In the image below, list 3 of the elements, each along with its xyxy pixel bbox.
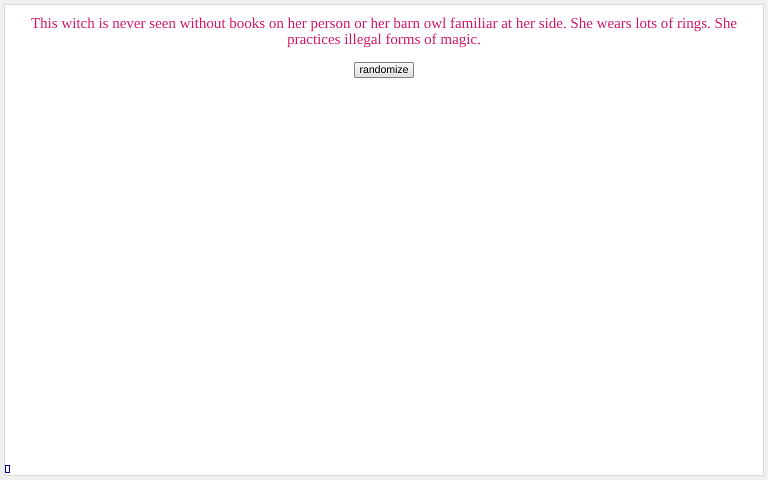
character-description: This witch is never seen without books on her person or her barn owl familiar at her side. She wears lots of rings. She practices illegal forms of magic. (30, 16, 738, 48)
randomize-button[interactable]: randomize (354, 62, 414, 78)
bracket-icon (5, 465, 10, 473)
